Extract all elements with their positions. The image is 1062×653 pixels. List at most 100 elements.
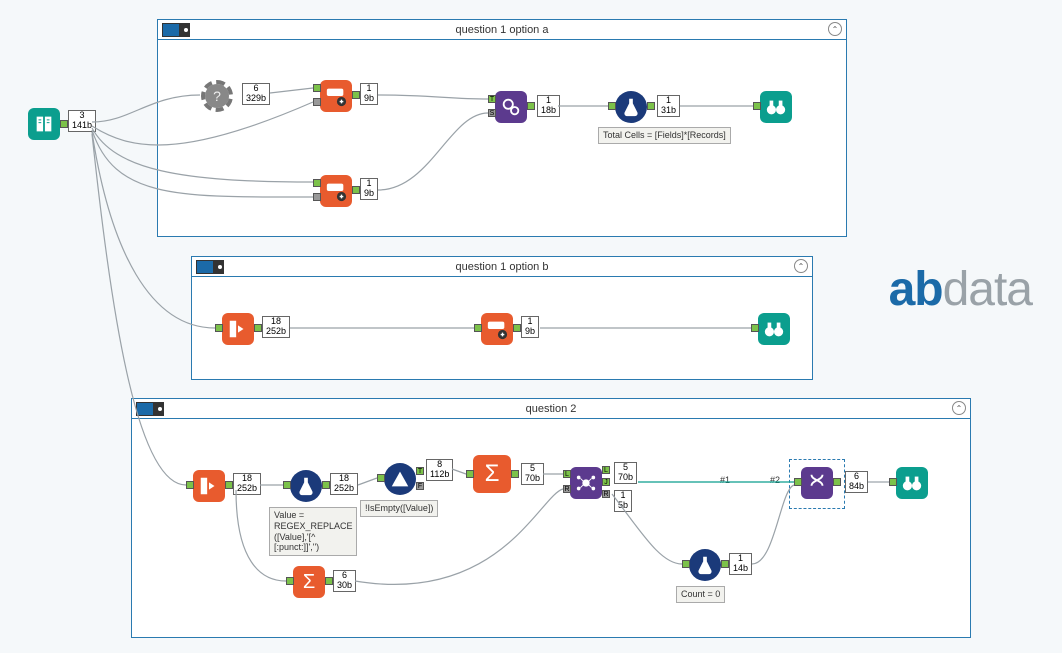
input-anchor-s[interactable]: S — [488, 109, 496, 117]
output-anchor[interactable] — [325, 577, 333, 585]
record-count-badge: 570b — [521, 463, 544, 485]
record-count-badge: 8112b — [426, 459, 453, 481]
input-anchor[interactable] — [215, 324, 223, 332]
collapse-button[interactable]: ⌃ — [828, 22, 842, 36]
record-count-badge: 118b — [537, 95, 560, 117]
output-anchor[interactable] — [513, 324, 521, 332]
container-header[interactable]: question 1 option b ⌃ — [192, 257, 812, 277]
input-anchor[interactable] — [794, 478, 802, 486]
record-count-badge: 6329b — [242, 83, 270, 105]
append-fields-tool[interactable] — [481, 313, 513, 345]
input-anchor[interactable] — [682, 560, 690, 568]
formula-tool[interactable] — [615, 91, 647, 123]
output-anchor[interactable] — [225, 481, 233, 489]
browse-tool[interactable] — [760, 91, 792, 123]
output-anchor-l[interactable]: L — [602, 466, 610, 474]
record-count-badge: 630b — [333, 570, 356, 592]
input-anchor[interactable] — [889, 478, 897, 486]
book-icon — [33, 113, 55, 135]
record-count-badge: 570b — [614, 462, 637, 484]
output-anchor-t[interactable]: T — [416, 467, 424, 475]
filter-tool[interactable] — [384, 463, 416, 495]
append-icon — [486, 318, 508, 340]
input-anchor[interactable] — [466, 470, 474, 478]
container-q1a[interactable]: question 1 option a ⌃ — [157, 19, 847, 237]
container-q2[interactable]: question 2 ⌃ — [131, 398, 971, 638]
output-anchor-f[interactable]: F — [416, 482, 424, 490]
filter-delta-icon — [389, 468, 411, 490]
append-fields-tool[interactable] — [320, 175, 352, 207]
join-tool[interactable] — [495, 91, 527, 123]
join-multiple-tool[interactable] — [570, 467, 602, 499]
output-anchor[interactable] — [322, 481, 330, 489]
output-anchor[interactable] — [721, 560, 729, 568]
input-anchor-s[interactable] — [313, 98, 321, 106]
output-anchor[interactable] — [254, 324, 262, 332]
output-anchor[interactable] — [511, 470, 519, 478]
hub-icon — [575, 472, 597, 494]
container-title: question 2 — [132, 403, 970, 415]
connection-label: #2 — [770, 475, 780, 485]
container-header[interactable]: question 1 option a ⌃ — [158, 20, 846, 40]
container-title: question 1 option b — [192, 261, 812, 273]
field-info-tool[interactable]: ? — [201, 80, 233, 112]
transpose-tool[interactable] — [193, 470, 225, 502]
browse-tool[interactable] — [758, 313, 790, 345]
input-anchor-t[interactable] — [313, 84, 321, 92]
input-anchor[interactable] — [753, 102, 761, 110]
output-anchor[interactable] — [60, 120, 68, 128]
record-count-badge: 15b — [614, 490, 632, 512]
binoculars-icon — [765, 96, 787, 118]
summarize-tool[interactable]: Σ — [293, 566, 325, 598]
input-anchor[interactable] — [377, 474, 385, 482]
input-anchor-l[interactable]: L — [563, 470, 571, 478]
record-count-badge: 18252b — [262, 316, 290, 338]
input-anchor[interactable] — [286, 577, 294, 585]
transpose-icon — [227, 318, 249, 340]
record-count-badge: 114b — [729, 553, 752, 575]
collapse-button[interactable]: ⌃ — [952, 401, 966, 415]
browse-tool[interactable] — [896, 467, 928, 499]
formula-annotation: Count = 0 — [676, 586, 725, 603]
input-anchor[interactable] — [474, 324, 482, 332]
text-input-tool[interactable] — [28, 108, 60, 140]
transpose-tool[interactable] — [222, 313, 254, 345]
output-anchor[interactable] — [527, 102, 535, 110]
container-header[interactable]: question 2 ⌃ — [132, 399, 970, 419]
connection-label: #1 — [720, 475, 730, 485]
output-anchor-r[interactable]: R — [602, 490, 610, 498]
summarize-tool[interactable]: Σ — [473, 455, 511, 493]
input-anchor-t[interactable] — [313, 179, 321, 187]
flask-icon — [295, 475, 317, 497]
sigma-icon: Σ — [303, 571, 315, 594]
input-anchor[interactable] — [186, 481, 194, 489]
input-anchor-s[interactable] — [313, 193, 321, 201]
input-anchor[interactable] — [608, 102, 616, 110]
output-anchor[interactable] — [352, 91, 360, 99]
union-tool[interactable] — [801, 467, 833, 499]
output-anchor[interactable] — [833, 478, 841, 486]
input-anchor[interactable] — [751, 324, 759, 332]
record-count-badge: 131b — [657, 95, 680, 117]
output-anchor[interactable] — [647, 102, 655, 110]
record-count-badge: 3141b — [68, 110, 96, 132]
dna-icon — [806, 472, 828, 494]
append-icon — [325, 85, 347, 107]
flask-icon — [620, 96, 642, 118]
input-anchor[interactable] — [283, 481, 291, 489]
binoculars-icon — [901, 472, 923, 494]
formula-tool[interactable] — [290, 470, 322, 502]
output-anchor[interactable] — [352, 186, 360, 194]
formula-tool[interactable] — [689, 549, 721, 581]
formula-annotation: Value = REGEX_REPLACE ([Value],'[^ [:pun… — [269, 507, 357, 556]
binoculars-icon — [763, 318, 785, 340]
question-icon: ? — [213, 88, 221, 104]
record-count-badge: 18252b — [330, 473, 358, 495]
collapse-button[interactable]: ⌃ — [794, 259, 808, 273]
record-count-badge: 19b — [360, 178, 378, 200]
output-anchor-j[interactable]: J — [602, 478, 610, 486]
append-fields-tool[interactable] — [320, 80, 352, 112]
input-anchor-t[interactable]: T — [488, 95, 496, 103]
input-anchor-r[interactable]: R — [563, 485, 571, 493]
flask-icon — [694, 554, 716, 576]
